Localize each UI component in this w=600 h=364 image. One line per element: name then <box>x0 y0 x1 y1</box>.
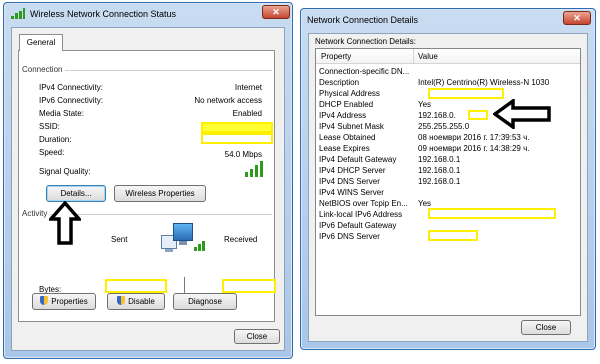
row-value: 192.168.0. <box>418 111 456 120</box>
connection-header: Connection <box>22 65 66 74</box>
row-property: Lease Obtained <box>319 133 376 142</box>
row-value: 255.255.255.0 <box>418 122 470 131</box>
row-value: Yes <box>418 100 432 109</box>
ipv6-connectivity-label: IPv6 Connectivity: <box>39 96 104 105</box>
media-state-label: Media State: <box>39 109 84 118</box>
activity-separator <box>184 277 185 293</box>
row-property: IPv4 WINS Server <box>319 188 384 197</box>
details-close-button[interactable]: Close <box>521 320 571 335</box>
details-body: Network Connection Details: Property Val… <box>308 33 588 342</box>
ipv6-connectivity-value: No network access <box>194 96 262 105</box>
details-arrow-annotation <box>49 201 81 245</box>
ipv4-connectivity-label: IPv4 Connectivity: <box>39 83 104 92</box>
table-row[interactable]: IPv4 DNS Server 192.168.0.1 <box>316 176 580 187</box>
bytes-sent-redaction <box>105 279 167 293</box>
physical-address-redaction <box>428 88 504 99</box>
properties-button[interactable]: Properties <box>32 293 96 310</box>
details-list[interactable]: Property Value Connection-specific DN...… <box>315 48 581 316</box>
wireless-properties-button[interactable]: Wireless Properties <box>114 185 206 202</box>
status-body: General Connection IPv4 Connectivity: In… <box>11 27 285 351</box>
ipv4-connectivity-value: Internet <box>234 83 262 92</box>
table-row[interactable]: Description Intel(R) Centrino(R) Wireless… <box>316 77 580 88</box>
table-row[interactable]: Connection-specific DN... <box>316 66 580 77</box>
signal-bars-icon <box>11 8 25 19</box>
row-value: 09 ноември 2016 г. 14:38:29 ч. <box>418 144 530 153</box>
speed-value: 54.0 Mbps <box>224 150 262 159</box>
disable-button[interactable]: Disable <box>107 293 165 310</box>
status-window: Wireless Network Connection Status ✕ Gen… <box>3 2 293 359</box>
details-window: Network Connection Details ✕ Network Con… <box>300 8 596 350</box>
speed-label: Speed: <box>39 148 65 157</box>
col-separator[interactable] <box>413 49 414 64</box>
status-titlebar[interactable]: Wireless Network Connection Status ✕ <box>4 3 292 25</box>
activity-header: Activity <box>22 209 51 218</box>
bytes-received-redaction <box>222 279 276 293</box>
received-label: Received <box>224 235 258 244</box>
duration-label: Duration: <box>39 135 72 144</box>
status-title: Wireless Network Connection Status <box>30 9 177 19</box>
ssid-label: SSID: <box>39 122 60 131</box>
row-value: 08 ноември 2016 г. 17:39:53 ч. <box>418 133 530 142</box>
ipv4-arrow-annotation <box>493 99 551 129</box>
row-property: IPv6 DNS Server <box>319 232 380 241</box>
table-row[interactable]: IPv4 WINS Server <box>316 187 580 198</box>
diagnose-button[interactable]: Diagnose <box>173 293 237 310</box>
table-row[interactable]: Lease Obtained 08 ноември 2016 г. 17:39:5… <box>316 132 580 143</box>
row-property: Lease Expires <box>319 144 370 153</box>
details-titlebar[interactable]: Network Connection Details ✕ <box>301 9 595 31</box>
col-property[interactable]: Property <box>321 52 351 61</box>
tab-general[interactable]: General <box>19 34 63 51</box>
row-property: Description <box>319 78 360 87</box>
details-title: Network Connection Details <box>307 15 419 25</box>
link-local-ipv6-redaction <box>428 208 556 219</box>
sent-label: Sent <box>111 235 128 244</box>
status-close-button[interactable]: Close <box>234 329 280 344</box>
signal-quality-icon <box>245 161 265 177</box>
row-value: Yes <box>418 199 432 208</box>
computer-network-icon <box>161 221 209 255</box>
table-row[interactable]: IPv4 DHCP Server 192.168.0.1 <box>316 165 580 176</box>
row-property: Physical Address <box>319 89 380 98</box>
disable-button-label: Disable <box>128 297 155 306</box>
properties-button-label: Properties <box>51 297 88 306</box>
details-list-header: Property Value <box>316 49 580 64</box>
media-state-value: Enabled <box>232 109 262 118</box>
signal-quality-label: Signal Quality: <box>39 167 91 176</box>
uac-shield-icon <box>40 296 49 305</box>
duration-redaction <box>201 133 273 144</box>
row-property: IPv6 Default Gateway <box>319 221 397 230</box>
row-property: Connection-specific DN... <box>319 67 410 76</box>
row-value: 192.168.0.1 <box>418 177 461 186</box>
row-property: IPv4 DHCP Server <box>319 166 386 175</box>
details-button[interactable]: Details... <box>46 185 106 202</box>
uac-shield-icon <box>117 296 126 305</box>
row-property: IPv4 Default Gateway <box>319 155 397 164</box>
row-property: NetBIOS over Tcpip En... <box>319 199 408 208</box>
row-value: 192.168.0.1 <box>418 155 461 164</box>
row-property: IPv4 Subnet Mask <box>319 122 384 131</box>
ssid-redaction <box>201 122 273 133</box>
ipv6-dns-redaction <box>428 230 478 241</box>
col-value[interactable]: Value <box>418 52 438 61</box>
details-subtitle: Network Connection Details: <box>315 37 416 46</box>
ipv4-last-octet-redaction <box>468 110 488 120</box>
row-property: IPv4 Address <box>319 111 367 120</box>
table-row[interactable]: IPv4 Default Gateway 192.168.0.1 <box>316 154 580 165</box>
row-property: Link-local IPv6 Address <box>319 210 403 219</box>
status-close-icon[interactable]: ✕ <box>262 5 290 19</box>
table-row[interactable]: Lease Expires 09 ноември 2016 г. 14:38:29… <box>316 143 580 154</box>
details-close-icon[interactable]: ✕ <box>563 11 591 25</box>
row-value: 192.168.0.1 <box>418 166 461 175</box>
general-panel: Connection IPv4 Connectivity: Internet I… <box>18 50 276 322</box>
row-property: DHCP Enabled <box>319 100 374 109</box>
row-value: Intel(R) Centrino(R) Wireless-N 1030 <box>418 78 550 87</box>
row-property: IPv4 DNS Server <box>319 177 380 186</box>
